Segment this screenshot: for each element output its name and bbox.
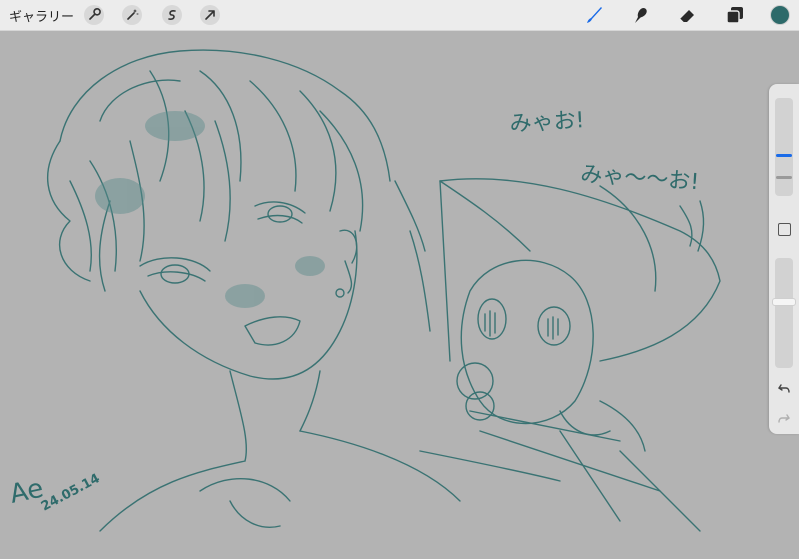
redo-icon[interactable] <box>777 410 791 424</box>
modify-square-icon[interactable] <box>778 223 791 236</box>
eraser-icon[interactable] <box>676 4 698 26</box>
undo-icon[interactable] <box>777 380 791 394</box>
top-toolbar: ギャラリー <box>0 0 799 31</box>
speech-text-1: みゃお! <box>509 108 585 137</box>
signature-date: 24.05.14 <box>39 471 103 514</box>
opacity-slider-thumb[interactable] <box>772 298 796 306</box>
smudge-icon[interactable] <box>629 4 651 26</box>
drawing-canvas[interactable]: みゃお! みゃ〜〜お! Ae 24.05.14 <box>0 31 799 555</box>
side-controls <box>769 84 799 434</box>
opacity-slider[interactable] <box>775 258 793 368</box>
gallery-button[interactable]: ギャラリー <box>9 6 74 25</box>
color-swatch[interactable] <box>770 5 790 25</box>
brush-icon[interactable] <box>583 4 605 26</box>
wrench-icon[interactable] <box>84 5 104 25</box>
brush-size-indicator <box>776 154 792 157</box>
brush-size-marker <box>776 176 792 179</box>
magic-wand-icon[interactable] <box>122 5 142 25</box>
layers-icon[interactable] <box>724 4 746 26</box>
selection-s-icon[interactable] <box>162 5 182 25</box>
speech-text-2: みゃ〜〜お! <box>580 162 700 195</box>
transform-arrow-icon[interactable] <box>200 5 220 25</box>
sketch-artwork: みゃお! みゃ〜〜お! Ae 24.05.14 <box>7 49 721 532</box>
brush-size-slider[interactable] <box>775 98 793 196</box>
